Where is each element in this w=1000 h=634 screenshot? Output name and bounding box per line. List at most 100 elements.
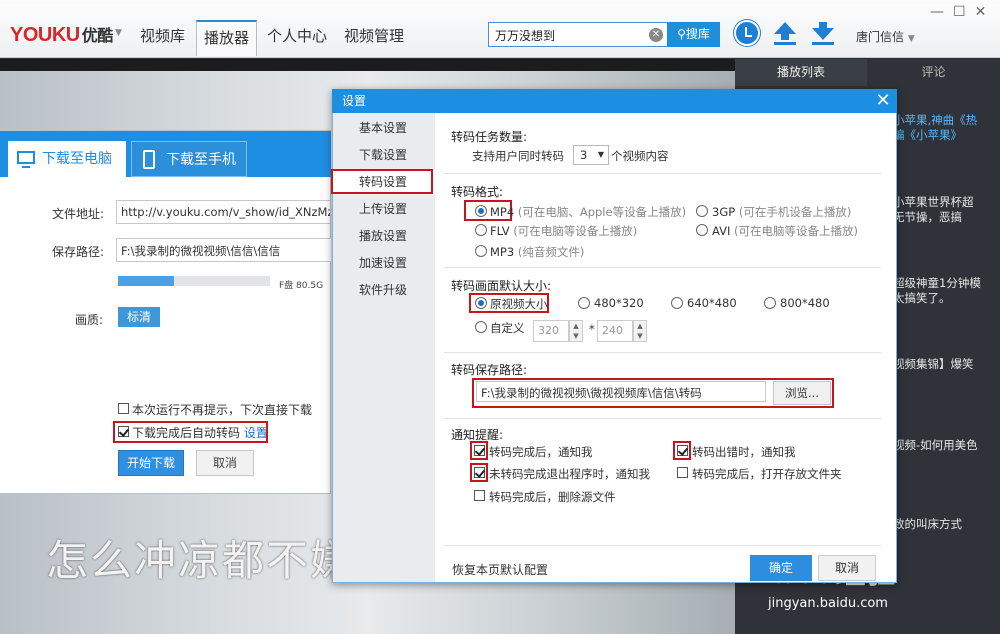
tab-video-management[interactable]: 视频管理 [337, 20, 411, 56]
no-prompt-checkbox[interactable] [118, 403, 129, 414]
tab-comments[interactable]: 评论 [867, 59, 1000, 86]
search-button-label: 搜库 [685, 27, 710, 41]
user-menu[interactable]: 唐门信信 ▼ [856, 28, 915, 45]
size-original-radio[interactable] [475, 297, 487, 309]
quality-button[interactable]: 标清 [118, 307, 160, 327]
tab-personal-center[interactable]: 个人中心 [260, 20, 334, 56]
download-icon[interactable] [810, 20, 836, 46]
settings-content [435, 113, 896, 582]
size-800-radio[interactable] [764, 297, 776, 309]
search-input[interactable]: 万万没想到 [488, 22, 668, 47]
disk-usage-fill [118, 276, 174, 286]
playlist-item[interactable]: 视频-如何用美色 [893, 438, 1000, 453]
file-address-field[interactable]: http://v.youku.com/v_show/id_XNzMzND [116, 200, 331, 224]
chevron-down-icon[interactable]: ▼ [115, 28, 122, 38]
auto-convert-text: 下载完成后自动转码 [132, 426, 241, 440]
file-address-label: 文件地址: [52, 207, 105, 221]
custom-width-input[interactable]: 320 [533, 320, 569, 342]
highlight-box [331, 169, 433, 194]
format-flv-radio[interactable] [475, 224, 487, 236]
logo-text: YOUKU [10, 24, 80, 46]
search-icon: ⚲ [677, 27, 686, 41]
size-480-radio[interactable] [578, 297, 590, 309]
save-path-field[interactable]: F:\我录制的微视视频\信信\信信 [116, 238, 331, 262]
delete-source-label: 转码完成后，删除源文件 [489, 490, 616, 504]
browse-button[interactable]: 浏览... [773, 381, 831, 405]
task-count-select[interactable]: 3 ▼ [573, 145, 609, 165]
divider [444, 173, 881, 174]
transcode-path-field[interactable]: F:\我录制的微视视频\微视视频库\信信\转码 [476, 381, 766, 402]
youku-logo[interactable]: YOUKU 优酷 [10, 22, 113, 47]
path-section-title: 转码保存路径: [451, 363, 528, 377]
nav-download-settings[interactable]: 下载设置 [333, 142, 435, 168]
size-640-radio[interactable] [671, 297, 683, 309]
format-mp4-name: MP4 [490, 205, 515, 219]
nav-software-upgrade[interactable]: 软件升级 [333, 277, 435, 303]
auto-convert-checkbox[interactable] [118, 426, 129, 437]
nav-accel-settings[interactable]: 加速设置 [333, 250, 435, 276]
tab-playlist[interactable]: 播放列表 [735, 59, 867, 86]
divider [444, 352, 881, 353]
notify-exit-checkbox[interactable] [474, 467, 485, 478]
delete-source-checkbox[interactable] [474, 490, 485, 501]
custom-height-input[interactable]: 240 [597, 320, 633, 342]
format-flv-label: FLV (可在电脑等设备上播放) [490, 223, 637, 239]
video-subtitle: 怎么冲凉都不嫌 [46, 536, 334, 585]
playlist-item[interactable]: 视频集锦】爆笑 [893, 357, 1000, 372]
size-640-label: 640*480 [687, 296, 737, 310]
minimize-icon[interactable]: — [930, 4, 953, 20]
format-mp3-radio[interactable] [475, 245, 487, 257]
playlist-item[interactable]: 致的叫床方式 [893, 517, 1000, 532]
notify-done-label: 转码完成后，通知我 [489, 445, 593, 459]
dialog-cancel-button[interactable]: 取消 [818, 555, 876, 581]
notify-error-checkbox[interactable] [677, 445, 688, 456]
search-button[interactable]: ⚲搜库 [667, 22, 720, 47]
nav-basic-settings[interactable]: 基本设置 [333, 115, 435, 141]
width-stepper[interactable]: ▲ ▼ [569, 320, 583, 342]
history-icon[interactable] [734, 20, 760, 46]
ok-button[interactable]: 确定 [750, 555, 812, 581]
playlist-item[interactable]: 超级神童1分钟模 [893, 276, 1000, 291]
maximize-icon[interactable]: ☐ [953, 4, 975, 20]
clear-icon[interactable]: ✕ [649, 28, 663, 42]
format-avi-name: AVI [712, 224, 731, 238]
quality-label: 画质: [75, 313, 104, 327]
format-3gp-radio[interactable] [696, 205, 708, 217]
divider [444, 545, 881, 546]
playlist-item[interactable]: 编《小苹果》 [893, 128, 1000, 143]
times-symbol: * [589, 322, 595, 336]
format-mp4-radio[interactable] [475, 205, 487, 217]
no-prompt-label: 本次运行不再提示，下次直接下载 [132, 403, 313, 417]
close-icon[interactable]: ✕ [872, 89, 894, 113]
playlist-item[interactable]: 太搞笑了。 [893, 291, 1000, 306]
height-stepper[interactable]: ▲ ▼ [633, 320, 647, 342]
nav-upload-settings[interactable]: 上传设置 [333, 196, 435, 222]
restore-defaults-link[interactable]: 恢复本页默认配置 [452, 561, 548, 578]
size-custom-radio[interactable] [475, 321, 487, 333]
playlist-item[interactable]: 小苹果,神曲《热 [893, 113, 1000, 128]
task-count-value: 3 [580, 148, 588, 162]
format-flv-desc: (可在电脑等设备上播放) [513, 224, 638, 238]
size-section-title: 转码画面默认大小: [451, 279, 552, 293]
divider [444, 418, 881, 419]
notify-exit-label: 未转码完成退出程序时，通知我 [489, 467, 650, 481]
playlist-item[interactable]: 无节操，恶搞 [893, 210, 1000, 225]
format-avi-label: AVI (可在电脑等设备上播放) [712, 223, 858, 239]
tab-player[interactable]: 播放器 [196, 20, 258, 56]
cancel-download-button[interactable]: 取消 [196, 450, 254, 476]
tab-video-library[interactable]: 视频库 [133, 20, 192, 56]
notify-done-checkbox[interactable] [474, 445, 485, 456]
nav-play-settings[interactable]: 播放设置 [333, 223, 435, 249]
format-avi-radio[interactable] [696, 224, 708, 236]
baidu-watermark-url: jingyan.baidu.com [768, 596, 888, 611]
user-name: 唐门信信 [856, 30, 905, 44]
close-icon[interactable]: ✕ [975, 4, 996, 20]
format-mp3-name: MP3 [490, 245, 515, 259]
start-download-button[interactable]: 开始下载 [118, 450, 184, 476]
settings-link[interactable]: 设置 [244, 426, 268, 440]
upload-icon[interactable] [772, 20, 798, 46]
open-folder-label: 转码完成后，打开存放文件夹 [692, 467, 842, 481]
open-folder-checkbox[interactable] [677, 467, 688, 478]
playlist-item[interactable]: 小苹果世界杯超 [893, 195, 1000, 210]
computer-icon [17, 151, 35, 168]
